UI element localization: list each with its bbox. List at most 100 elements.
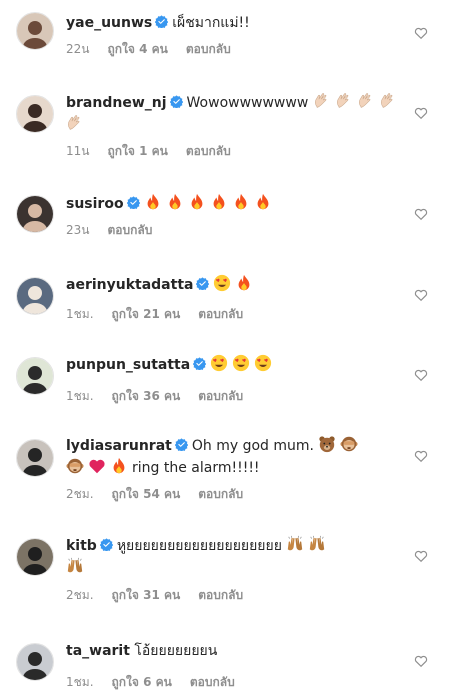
avatar[interactable] [16,439,54,477]
comment-body: kitb หูยยยยยยยยยยยยยยยยยยย [66,535,412,579]
reply-button[interactable]: ตอบกลับ [198,487,243,501]
avatar[interactable] [16,277,54,315]
verified-badge-icon [174,436,189,452]
comment-body: aerinyuktadatta [66,274,412,296]
comment-likes[interactable]: ถูกใจ 1 คน [107,144,167,158]
comment-time: 22น [66,42,90,56]
avatar[interactable] [16,95,54,133]
fire-emoji-icon [188,193,206,211]
heart-eyes-emoji-icon [213,274,231,292]
comment-username[interactable]: kitb [66,538,97,554]
comment-username[interactable]: ta_warit [66,643,130,659]
avatar[interactable] [16,12,54,50]
clap-emoji-icon [379,92,397,110]
comment-time: 1ชม. [66,675,94,689]
comment-username[interactable]: lydiasarunrat [66,438,172,454]
comment-username[interactable]: punpun_sutatta [66,357,190,373]
comment-time: 11น [66,144,90,158]
comment-meta: 11น ถูกใจ 1 คน ตอบกลับ [66,142,249,161]
comment-meta: 2ชม. ถูกใจ 54 คน ตอบกลับ [66,485,261,504]
comment-body: brandnew_nj Wowowwwwwww [66,92,412,136]
like-heart-icon[interactable] [414,106,428,120]
comment-likes[interactable]: ถูกใจ 36 คน [112,389,181,403]
comment-body: lydiasarunrat Oh my god mum. ring the ala… [66,435,412,479]
comment-meta: 1ชม. ถูกใจ 21 คน ตอบกลับ [66,305,261,324]
clap-emoji-icon [357,92,375,110]
like-heart-icon[interactable] [414,449,428,463]
comment-text-line2: ring the alarm!!!!! [132,460,260,476]
fire-emoji-icon [110,457,128,475]
comment-body: susiroo [66,193,412,215]
verified-badge-icon [126,194,140,210]
raised-hands-emoji-icon [66,557,84,575]
clap-emoji-icon [335,92,353,110]
comment-time: 2ชม. [66,588,94,602]
like-heart-icon[interactable] [414,654,428,668]
comment-text: หูยยยยยยยยยยยยยยยยยยย [116,538,282,554]
like-heart-icon[interactable] [414,26,428,40]
comment-time: 2ชม. [66,487,94,501]
heart-eyes-emoji-icon [232,354,250,372]
comment-likes[interactable]: ถูกใจ 31 คน [112,588,181,602]
comment-text: Wowowwwwwww [186,95,309,111]
verified-badge-icon [192,355,207,371]
comment-time: 1ชม. [66,307,94,321]
comment-likes[interactable]: ถูกใจ 54 คน [112,487,181,501]
reply-button[interactable]: ตอบกลับ [186,144,231,158]
fire-emoji-icon [254,193,272,211]
raised-hands-emoji-icon [286,535,304,553]
verified-badge-icon [169,93,183,109]
avatar[interactable] [16,643,54,681]
comment-body: ta_warit โอ้ยยยยยยยน [66,640,412,662]
avatar[interactable] [16,538,54,576]
clap-emoji-icon [313,92,331,110]
raised-hands-emoji-icon [308,535,326,553]
bear-emoji-icon [318,435,336,453]
comment-likes[interactable]: ถูกใจ 21 คน [112,307,181,321]
comment-meta: 1ชม. ถูกใจ 6 คน ตอบกลับ [66,673,253,692]
clap-emoji-icon [66,114,84,132]
avatar[interactable] [16,195,54,233]
reply-button[interactable]: ตอบกลับ [198,389,243,403]
comment-meta: 2ชม. ถูกใจ 31 คน ตอบกลับ [66,586,261,605]
comment-text: Oh my god mum. [191,438,314,454]
fire-emoji-icon [232,193,250,211]
comment-meta: 22น ถูกใจ 4 คน ตอบกลับ [66,40,249,59]
verified-badge-icon [99,536,114,552]
red-heart-emoji-icon [88,457,106,475]
fire-emoji-icon [235,274,253,292]
comment-text: โอ้ยยยยยยยน [134,643,218,659]
reply-button[interactable]: ตอบกลับ [190,675,235,689]
like-heart-icon[interactable] [414,207,428,221]
heart-eyes-emoji-icon [210,354,228,372]
comment-likes[interactable]: ถูกใจ 6 คน [112,675,172,689]
heart-eyes-emoji-icon [254,354,272,372]
fire-emoji-icon [166,193,184,211]
reply-button[interactable]: ตอบกลับ [107,223,152,237]
comment-body: yae_uunws เผ็ชมากแม่!! [66,12,412,34]
comment-username[interactable]: aerinyuktadatta [66,277,193,293]
comment-time: 1ชม. [66,389,94,403]
fire-emoji-icon [210,193,228,211]
fire-emoji-icon [144,193,162,211]
reply-button[interactable]: ตอบกลับ [186,42,231,56]
see-no-evil-monkey-emoji-icon [340,435,358,453]
comment-username[interactable]: susiroo [66,196,124,212]
like-heart-icon[interactable] [414,549,428,563]
comment-text: เผ็ชมากแม่!! [172,15,250,31]
verified-badge-icon [196,275,210,291]
reply-button[interactable]: ตอบกลับ [198,588,243,602]
reply-button[interactable]: ตอบกลับ [198,307,243,321]
verified-badge-icon [155,13,169,29]
comment-time: 23น [66,223,90,237]
comment-username[interactable]: yae_uunws [66,15,152,31]
comment-likes[interactable]: ถูกใจ 4 คน [107,42,167,56]
comment-meta: 1ชม. ถูกใจ 36 คน ตอบกลับ [66,387,261,406]
comment-meta: 23น ตอบกลับ [66,221,170,240]
like-heart-icon[interactable] [414,368,428,382]
comment-username[interactable]: brandnew_nj [66,95,167,111]
avatar[interactable] [16,357,54,395]
comment-body: punpun_sutatta [66,354,412,376]
like-heart-icon[interactable] [414,288,428,302]
see-no-evil-monkey-emoji-icon [66,457,84,475]
